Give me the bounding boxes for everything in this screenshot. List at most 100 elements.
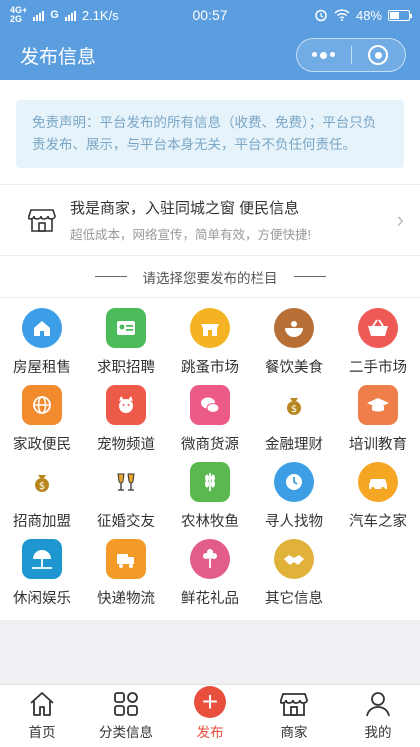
home-icon (30, 692, 54, 716)
status-bar: 4G+ 2G G 2.1K/s 00:57 48% (0, 0, 420, 30)
money-bag-icon: $ (274, 385, 314, 425)
category-item[interactable]: 征婚交友 (84, 460, 168, 537)
merchant-subtitle: 超低成本，网络宣传，简单有效，方便快捷! (70, 228, 311, 242)
network-speed: 2.1K/s (81, 7, 119, 23)
category-label: 汽车之家 (349, 514, 407, 530)
category-label: 求职招聘 (97, 360, 155, 376)
clock: 00:57 (192, 7, 228, 23)
category-label: 家政便民 (13, 437, 71, 453)
category-label: 二手市场 (349, 360, 407, 376)
category-prompt: 请选择您要发布的栏目 (0, 256, 420, 298)
category-label: 跳蚤市场 (181, 360, 239, 376)
battery-icon (388, 9, 412, 21)
alarm-icon (315, 9, 327, 22)
category-item[interactable]: 二手市场 (336, 306, 420, 383)
category-label: 餐饮美食 (265, 360, 323, 376)
category-item[interactable]: 汽车之家 (336, 460, 420, 537)
cheers-icon (106, 462, 146, 502)
category-item[interactable]: $ 招商加盟 (0, 460, 84, 537)
category-label: 房屋租售 (13, 360, 71, 376)
flower-icon (190, 539, 230, 579)
globe-icon (22, 385, 62, 425)
grid-icon (114, 692, 138, 716)
plus-icon: + (194, 686, 226, 718)
category-item[interactable]: 跳蚤市场 (168, 306, 252, 383)
category-item[interactable]: 其它信息 (252, 537, 336, 614)
category-label: 寻人找物 (265, 514, 323, 530)
network-type-secondary: 2G (10, 14, 23, 24)
tab-bar: 首页 分类信息 + 发布 商家 我的 (0, 684, 420, 747)
user-icon (366, 692, 390, 717)
market-stall-icon (190, 308, 230, 348)
category-label: 金融理财 (265, 437, 323, 453)
category-label: 征婚交友 (97, 514, 155, 530)
category-item[interactable]: 快递物流 (84, 537, 168, 614)
category-item[interactable]: 寻人找物 (252, 460, 336, 537)
delivery-icon (106, 539, 146, 579)
graduation-cap-icon (358, 385, 398, 425)
nav-bar: 发布信息 (0, 30, 420, 80)
beach-umbrella-icon (22, 539, 62, 579)
wifi-icon (334, 9, 350, 21)
tab-profile[interactable]: 我的 (336, 685, 420, 747)
category-item[interactable]: 房屋租售 (0, 306, 84, 383)
category-item[interactable]: 宠物频道 (84, 383, 168, 460)
category-prompt-text: 请选择您要发布的栏目 (142, 270, 278, 286)
main-content: 免责声明：平台发布的所有信息（收费、免费）；平台只负责发布、展示，与平台本身无关… (0, 80, 420, 620)
category-label: 鲜花礼品 (181, 591, 239, 607)
close-button[interactable] (352, 39, 406, 71)
category-label: 招商加盟 (13, 514, 71, 530)
clock-icon (274, 462, 314, 502)
category-label: 培训教育 (349, 437, 407, 453)
tab-publish[interactable]: + 发布 (168, 685, 252, 747)
tab-publish-label: 发布 (196, 725, 224, 740)
tab-categories[interactable]: 分类信息 (84, 685, 168, 747)
food-bowl-icon (274, 308, 314, 348)
signal-icon (33, 10, 45, 21)
category-label: 微商货源 (181, 437, 239, 453)
category-item[interactable]: 农林牧鱼 (168, 460, 252, 537)
id-card-icon (106, 308, 146, 348)
category-item[interactable]: 培训教育 (336, 383, 420, 460)
category-label: 快递物流 (97, 591, 155, 607)
page-title: 发布信息 (20, 46, 97, 68)
tab-profile-label: 我的 (364, 725, 392, 740)
category-item[interactable]: 家政便民 (0, 383, 84, 460)
basket-icon (358, 308, 398, 348)
chevron-right-icon: › (396, 207, 404, 232)
category-item[interactable]: 休闲娱乐 (0, 537, 84, 614)
category-grid: 房屋租售 求职招聘 跳蚤市场 餐饮美食 二手市场家政便民 宠物频道 微商货源 $ 金融理财 培训教… (0, 298, 420, 620)
category-item[interactable]: 求职招聘 (84, 306, 168, 383)
wheat-icon (190, 462, 230, 502)
dollar-bag-icon: $ (22, 462, 62, 502)
category-label: 休闲娱乐 (13, 591, 71, 607)
shop-icon (280, 693, 308, 716)
carrier-badge: G (50, 8, 59, 21)
mini-program-capsule (296, 38, 406, 72)
more-dots-icon (312, 51, 336, 59)
car-icon (358, 462, 398, 502)
signal-icon-2 (64, 10, 76, 21)
handshake-icon (274, 539, 314, 579)
category-label: 其它信息 (265, 591, 323, 607)
category-item[interactable]: 餐饮美食 (252, 306, 336, 383)
tab-home-label: 首页 (28, 725, 56, 740)
category-label: 宠物频道 (97, 437, 155, 453)
house-icon (22, 308, 62, 348)
merchant-title: 我是商家，入驻同城之窗 便民信息 (70, 200, 300, 217)
tab-home[interactable]: 首页 (0, 685, 84, 747)
category-item[interactable]: 鲜花礼品 (168, 537, 252, 614)
close-target-icon (368, 45, 389, 65)
shop-icon (28, 209, 56, 232)
category-item[interactable]: 微商货源 (168, 383, 252, 460)
tab-merchants[interactable]: 商家 (252, 685, 336, 747)
battery-percent: 48% (355, 7, 382, 23)
category-item[interactable]: $ 金融理财 (252, 383, 336, 460)
disclaimer-notice: 免责声明：平台发布的所有信息（收费、免费）；平台只负责发布、展示，与平台本身无关… (16, 100, 404, 168)
tab-categories-label: 分类信息 (99, 725, 153, 740)
svg-text:$: $ (39, 481, 45, 492)
chat-icon (190, 385, 230, 425)
tab-merchants-label: 商家 (280, 725, 308, 740)
more-button[interactable] (297, 39, 351, 71)
merchant-entry[interactable]: 我是商家，入驻同城之窗 便民信息 超低成本，网络宣传，简单有效，方便快捷! › (0, 184, 420, 256)
